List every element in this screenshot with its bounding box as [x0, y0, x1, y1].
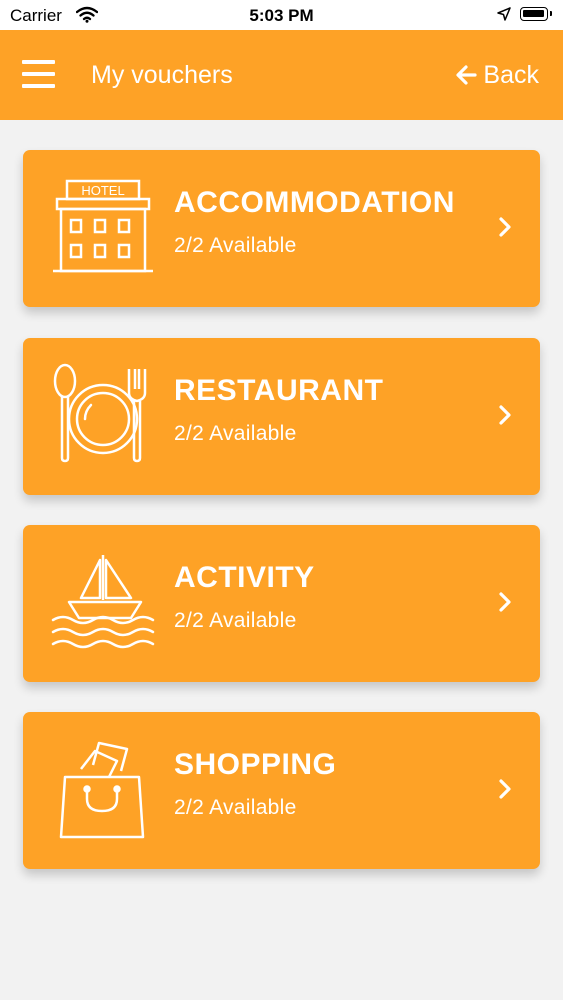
location-arrow-icon — [497, 7, 511, 26]
shopping-bag-icon — [51, 737, 155, 843]
voucher-card-activity[interactable]: ACTIVITY 2/2 Available — [23, 525, 540, 682]
voucher-availability: 2/2 Available — [174, 234, 297, 257]
voucher-title: SHOPPING — [174, 748, 337, 781]
page-title: My vouchers — [91, 61, 233, 89]
chevron-right-icon — [499, 592, 511, 612]
battery-icon — [520, 7, 552, 21]
voucher-availability: 2/2 Available — [174, 796, 297, 819]
sailboat-icon — [51, 550, 155, 656]
hamburger-menu-icon[interactable] — [22, 60, 55, 90]
chevron-right-icon — [499, 405, 511, 425]
back-button[interactable]: Back — [455, 60, 539, 90]
voucher-availability: 2/2 Available — [174, 609, 297, 632]
voucher-title: ACTIVITY — [174, 561, 315, 594]
hotel-icon: HOTEL — [51, 175, 155, 281]
voucher-card-shopping[interactable]: SHOPPING 2/2 Available — [23, 712, 540, 869]
plate-cutlery-icon — [51, 363, 155, 469]
arrow-left-icon — [456, 65, 478, 85]
voucher-title: ACCOMMODATION — [174, 186, 455, 219]
chevron-right-icon — [499, 779, 511, 799]
voucher-availability: 2/2 Available — [174, 422, 297, 445]
status-bar: Carrier 5:03 PM — [0, 0, 563, 30]
back-label: Back — [483, 61, 539, 89]
status-time: 5:03 PM — [249, 6, 314, 25]
voucher-card-accommodation[interactable]: HOTEL ACCOMMODATION 2/2 Available — [23, 150, 540, 307]
chevron-right-icon — [499, 217, 511, 237]
voucher-card-restaurant[interactable]: RESTAURANT 2/2 Available — [23, 338, 540, 495]
voucher-title: RESTAURANT — [174, 374, 384, 407]
svg-text:HOTEL: HOTEL — [81, 183, 124, 198]
app-header: My vouchers Back — [0, 30, 563, 120]
